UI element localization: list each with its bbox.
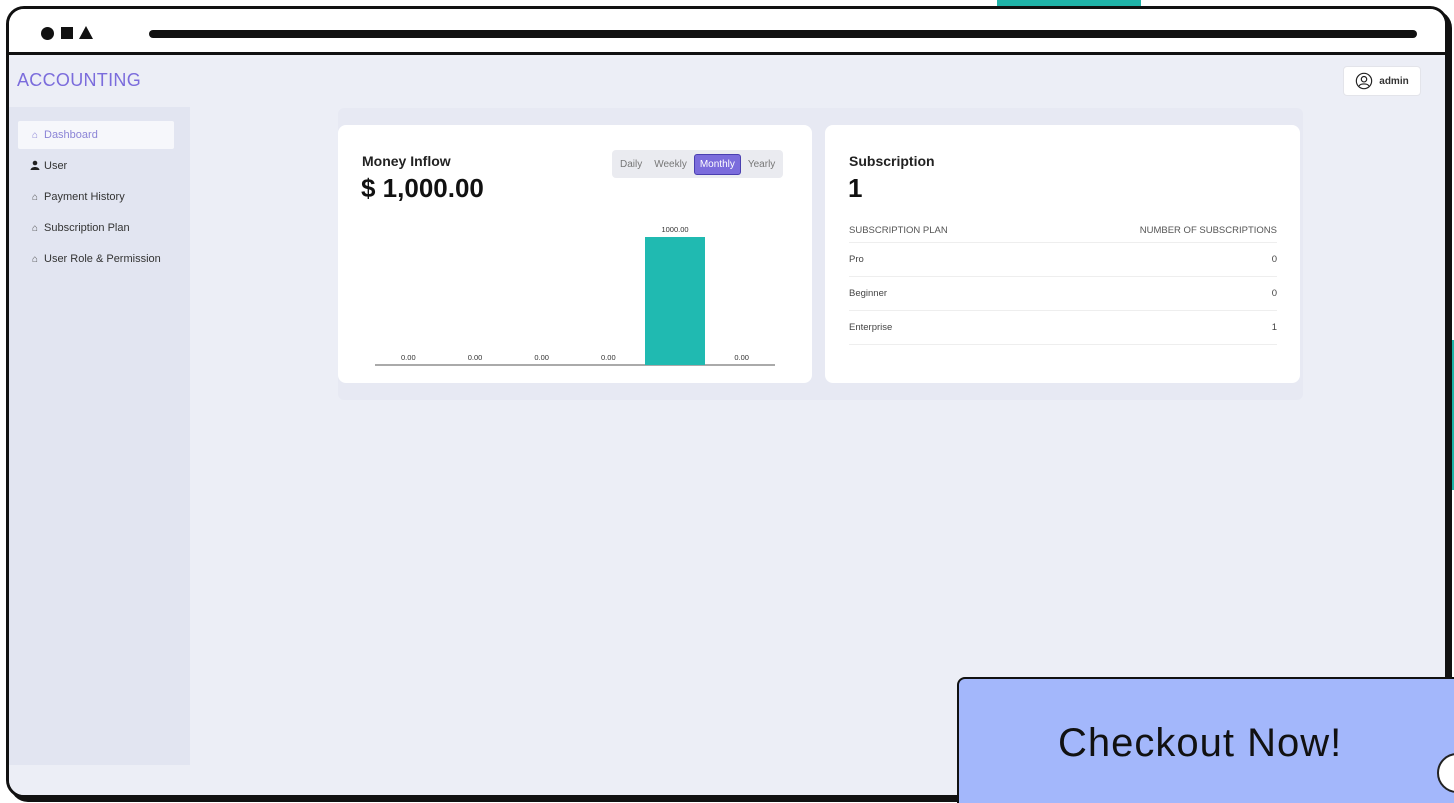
period-daily-button[interactable]: Daily [615,155,647,174]
table-header: SUBSCRIPTION PLAN NUMBER OF SUBSCRIPTION… [849,219,1277,243]
sidebar-item-user[interactable]: User [18,152,174,180]
decorative-teal-edge [1448,340,1454,490]
home-icon: ⌂ [31,191,39,203]
plan-name: Enterprise [849,322,893,333]
sidebar: ⌂ Dashboard User ⌂ Payment History ⌂ Sub… [9,107,190,765]
subscription-title: Subscription [849,153,935,169]
app-brand[interactable]: ACCOUNTING [17,70,141,91]
plan-name: Beginner [849,288,888,299]
user-menu-label: admin [1379,75,1409,87]
home-icon: ⌂ [31,222,39,234]
table-row: Pro 0 [849,243,1277,277]
sidebar-item-label: Dashboard [44,129,98,141]
triangle-icon [79,26,93,39]
money-inflow-title: Money Inflow [362,153,451,169]
home-icon: ⌂ [31,253,39,265]
subscription-card: Subscription 1 SUBSCRIPTION PLAN NUMBER … [825,125,1300,383]
user-icon [30,160,40,173]
column-header-count: NUMBER OF SUBSCRIPTIONS [1139,225,1277,236]
sidebar-item-label: User Role & Permission [44,253,161,265]
bar-value-label: 1000.00 [661,225,688,234]
plan-count: 0 [1271,288,1277,299]
money-inflow-chart: 0.00Mar-20250.00Apr-20250.00May-20250.00… [375,225,775,366]
address-bar[interactable] [149,30,1417,38]
table-row: Enterprise 1 [849,311,1277,345]
bar-value-label: 0.00 [734,353,749,362]
sidebar-item-user-role-permission[interactable]: ⌂ User Role & Permission [18,245,174,273]
money-inflow-card: Money Inflow $ 1,000.00 Daily Weekly Mon… [338,125,812,383]
sidebar-item-label: Subscription Plan [44,222,130,234]
subscription-table: SUBSCRIPTION PLAN NUMBER OF SUBSCRIPTION… [849,219,1277,345]
column-header-plan: SUBSCRIPTION PLAN [849,225,948,236]
plan-count: 0 [1271,254,1277,265]
help-icon[interactable] [1437,753,1454,793]
square-icon [61,27,73,39]
money-inflow-amount: $ 1,000.00 [361,173,484,203]
subscription-count: 1 [848,173,863,203]
period-selector: Daily Weekly Monthly Yearly [612,150,784,178]
bar-value-label: 0.00 [601,353,616,362]
chart-bar[interactable] [645,237,705,365]
window-titlebar [9,9,1445,55]
sidebar-item-label: User [44,160,68,172]
user-circle-icon [1356,72,1373,90]
bar-value-label: 0.00 [468,353,483,362]
period-yearly-button[interactable]: Yearly [743,155,780,174]
sidebar-item-dashboard[interactable]: ⌂ Dashboard [18,121,174,149]
sidebar-item-payment-history[interactable]: ⌂ Payment History [18,183,174,211]
sidebar-item-label: Payment History [44,191,125,203]
circle-icon [41,27,54,40]
home-icon: ⌂ [31,129,39,141]
plan-name: Pro [849,254,864,265]
plan-count: 1 [1271,322,1277,333]
bar-value-label: 0.00 [534,353,549,362]
period-monthly-button[interactable]: Monthly [693,153,741,175]
bar-value-label: 0.00 [401,353,416,362]
checkout-now-label: Checkout Now! [1058,721,1343,765]
table-row: Beginner 0 [849,277,1277,311]
checkout-now-button[interactable]: Checkout Now! [957,677,1454,803]
sidebar-item-subscription-plan[interactable]: ⌂ Subscription Plan [18,214,174,242]
period-weekly-button[interactable]: Weekly [649,155,692,174]
user-menu-button[interactable]: admin [1343,66,1421,96]
